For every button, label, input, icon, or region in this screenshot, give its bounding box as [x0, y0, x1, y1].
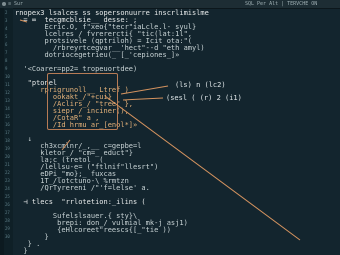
arrow-line-4	[61, 139, 71, 151]
arrow-line-3	[104, 95, 301, 241]
arrow-line-5	[19, 19, 28, 23]
arrow-line-1	[120, 85, 169, 95]
arrow-line-2	[122, 97, 164, 101]
annotation-arrows	[19, 19, 301, 241]
